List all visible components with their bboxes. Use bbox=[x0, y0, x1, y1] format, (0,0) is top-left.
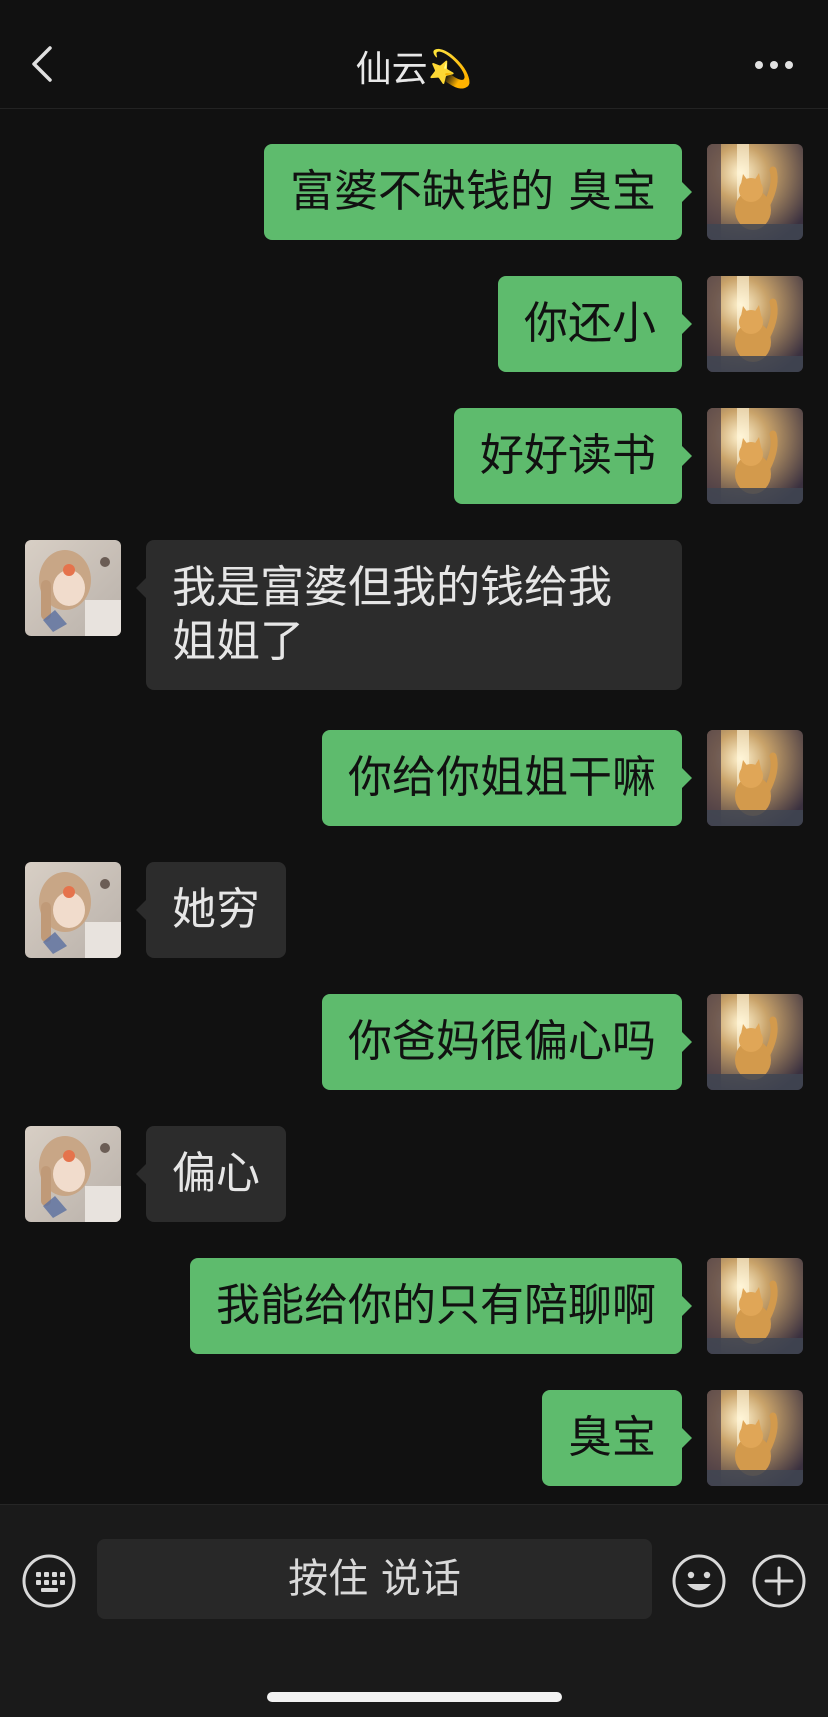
message-text: 臭宝 bbox=[568, 1412, 656, 1463]
message-bubble[interactable]: 我能给你的只有陪聊啊 bbox=[190, 1258, 692, 1354]
contact-avatar-girl[interactable] bbox=[25, 540, 121, 636]
bubble-tail bbox=[136, 900, 146, 920]
plus-icon[interactable] bbox=[751, 1553, 807, 1609]
message-bubble[interactable]: 你给你姐姐干嘛 bbox=[322, 730, 692, 826]
bubble-tail bbox=[682, 1428, 692, 1448]
my-avatar-cat[interactable] bbox=[707, 144, 803, 240]
hold-to-talk-button[interactable]: 按住 说话 bbox=[97, 1539, 652, 1619]
navigation-bar: 仙云💫 bbox=[0, 0, 828, 109]
message-text: 你爸妈很偏心吗 bbox=[348, 1016, 656, 1067]
message-text: 她穷 bbox=[172, 884, 260, 935]
bubble-tail bbox=[682, 182, 692, 202]
my-avatar-cat[interactable] bbox=[707, 730, 803, 826]
message-text: 我能给你的只有陪聊啊 bbox=[216, 1280, 656, 1331]
message-text: 好好读书 bbox=[480, 430, 656, 481]
message-text: 偏心 bbox=[172, 1148, 260, 1199]
message-bubble[interactable]: 富婆不缺钱的 臭宝 bbox=[264, 144, 692, 240]
keyboard-icon[interactable] bbox=[21, 1553, 77, 1609]
input-toolbar: 按住 说话 bbox=[0, 1504, 828, 1717]
message-bubble[interactable]: 你爸妈很偏心吗 bbox=[322, 994, 692, 1090]
bubble-tail bbox=[136, 1164, 146, 1184]
message-bubble[interactable]: 好好读书 bbox=[454, 408, 692, 504]
message-bubble[interactable]: 你还小 bbox=[498, 276, 692, 372]
bubble-tail bbox=[682, 768, 692, 788]
contact-avatar-girl[interactable] bbox=[25, 862, 121, 958]
chat-title: 仙云💫 bbox=[355, 49, 473, 90]
my-avatar-cat[interactable] bbox=[707, 1390, 803, 1486]
my-avatar-cat[interactable] bbox=[707, 408, 803, 504]
message-text: 富婆不缺钱的 臭宝 bbox=[290, 166, 656, 217]
message-text: 你还小 bbox=[524, 298, 656, 349]
my-avatar-cat[interactable] bbox=[707, 994, 803, 1090]
emoji-icon[interactable] bbox=[671, 1553, 727, 1609]
my-avatar-cat[interactable] bbox=[707, 1258, 803, 1354]
message-bubble[interactable]: 臭宝 bbox=[542, 1390, 692, 1486]
message-list[interactable]: 富婆不缺钱的 臭宝 你还小 好好读书 我是富婆但我的钱给我 姐姐了 你给你姐姐干… bbox=[0, 108, 828, 1504]
bubble-tail bbox=[682, 446, 692, 466]
message-bubble[interactable]: 偏心 bbox=[136, 1126, 286, 1222]
more-dots-icon[interactable] bbox=[754, 58, 794, 72]
message-text: 我是富婆但我的钱给我 姐姐了 bbox=[172, 562, 612, 667]
bubble-tail bbox=[682, 1032, 692, 1052]
home-indicator bbox=[267, 1692, 562, 1702]
message-bubble[interactable]: 她穷 bbox=[136, 862, 286, 958]
message-bubble[interactable]: 我是富婆但我的钱给我 姐姐了 bbox=[136, 540, 682, 690]
contact-avatar-girl[interactable] bbox=[25, 1126, 121, 1222]
message-text: 你给你姐姐干嘛 bbox=[348, 752, 656, 803]
my-avatar-cat[interactable] bbox=[707, 276, 803, 372]
bubble-tail bbox=[682, 314, 692, 334]
bubble-tail bbox=[136, 578, 146, 598]
bubble-tail bbox=[682, 1296, 692, 1316]
